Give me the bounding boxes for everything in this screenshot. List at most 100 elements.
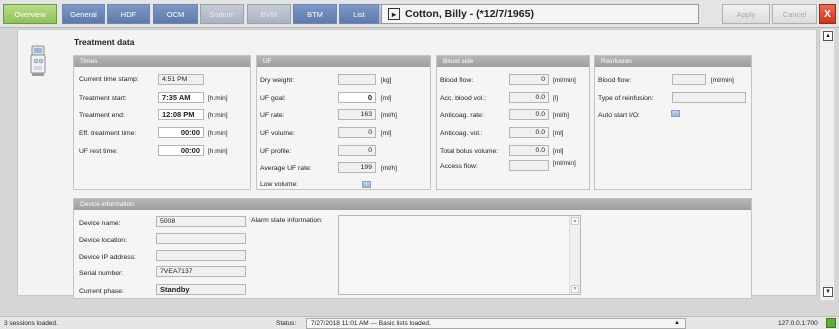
dry-weight-field[interactable]: [338, 74, 376, 85]
avg-uf-rate-field[interactable]: 199: [338, 162, 376, 173]
alarm-state-label: Alarm state information:: [251, 217, 323, 224]
uf-goal-label: UF goal:: [260, 95, 286, 102]
anticoag-vol-label: Anticoag. vol.:: [440, 130, 483, 137]
patient-name: Cotton, Billy - (*12/7/1965): [405, 8, 534, 20]
uf-volume-unit: [ml]: [381, 130, 392, 137]
alarm-scrollbar[interactable]: ▲ ▼: [569, 216, 580, 294]
anticoag-rate-field[interactable]: 0.0: [509, 109, 549, 120]
auto-start-label: Auto start I/O:: [598, 112, 640, 119]
close-button[interactable]: X: [819, 4, 836, 24]
uf-rest-time-field[interactable]: 00:00: [158, 145, 204, 156]
device-location-field[interactable]: [156, 233, 246, 244]
low-volume-checkbox[interactable]: [362, 181, 371, 188]
uf-profile-label: UF profile:: [260, 148, 292, 155]
serial-number-label: Serial number:: [79, 270, 124, 277]
auto-start-checkbox[interactable]: [671, 110, 680, 117]
uf-rate-field[interactable]: 163: [338, 109, 376, 120]
dry-weight-label: Dry weight:: [260, 77, 294, 84]
total-bolus-value: 0.0: [535, 147, 545, 154]
tab-label: Sodium: [209, 9, 235, 19]
anticoag-rate-value: 0.0: [535, 111, 545, 118]
tab-list[interactable]: List: [339, 4, 379, 24]
access-flow-field[interactable]: [509, 160, 549, 171]
dry-weight-unit: [kg]: [381, 77, 392, 84]
acc-blood-vol-unit: [l]: [553, 95, 559, 102]
device-ip-label: Device IP address:: [79, 254, 136, 261]
total-bolus-label: Total bolus volume:: [440, 148, 499, 155]
tab-bvm[interactable]: BVM: [247, 4, 291, 24]
serial-number-value: 7VEA7137: [160, 268, 193, 275]
treatment-start-value: 7:35 AM: [162, 93, 191, 102]
eff-treatment-time-unit: [h:min]: [208, 130, 228, 137]
device-info-panel-header: Device information: [74, 199, 751, 210]
uf-goal-field[interactable]: 0: [338, 92, 376, 103]
tab-overview[interactable]: Overview: [3, 4, 57, 24]
reinfusion-type-label: Type of reinfusion:: [598, 95, 654, 102]
uf-profile-field[interactable]: 0: [338, 145, 376, 156]
device-name-label: Device name:: [79, 220, 121, 227]
blood-flow-value: 0: [541, 76, 545, 83]
low-volume-label: Low volume:: [260, 181, 299, 188]
treatment-start-field[interactable]: 7:35 AM: [158, 92, 204, 103]
status-message-box[interactable]: 7/27/2018 11:01 AM --- Basic lists loade…: [306, 318, 686, 329]
tab-general[interactable]: General: [62, 4, 105, 24]
tab-ocm[interactable]: OCM: [153, 4, 198, 24]
tab-btm[interactable]: BTM: [293, 4, 337, 24]
anticoag-rate-unit: [ml/h]: [553, 112, 569, 119]
uf-rate-label: UF rate:: [260, 112, 285, 119]
tab-label: BTM: [307, 9, 323, 19]
treatment-start-unit: [h:min]: [208, 95, 228, 102]
anticoag-vol-field[interactable]: 0.0: [509, 127, 549, 138]
status-expand-icon[interactable]: ▲: [674, 320, 680, 326]
blood-side-panel-header: Blood side: [437, 56, 589, 67]
uf-goal-value: 0: [367, 93, 372, 102]
tab-label: BVM: [260, 9, 278, 19]
server-address: 127.0.0.1:700: [778, 320, 818, 327]
serial-number-field[interactable]: 7VEA7137: [156, 266, 246, 277]
current-phase-field[interactable]: Standby: [156, 284, 246, 295]
status-bar: 3 sessions loaded. Status: 7/27/2018 11:…: [0, 316, 839, 329]
acc-blood-vol-label: Acc. blood vol.:: [440, 95, 487, 102]
access-flow-label: Access flow:: [440, 163, 478, 170]
device-name-value: 5008: [160, 218, 176, 225]
uf-volume-field[interactable]: 0: [338, 127, 376, 138]
uf-rate-value: 163: [360, 111, 372, 118]
blood-flow-field[interactable]: 0: [509, 74, 549, 85]
page-title: Treatment data: [74, 37, 135, 47]
connection-status-icon: [826, 318, 836, 328]
treatment-end-unit: [h:min]: [208, 112, 228, 119]
alarm-scroll-up-icon[interactable]: ▲: [571, 217, 579, 225]
tab-sodium[interactable]: Sodium: [200, 4, 244, 24]
uf-rate-unit: [ml/h]: [381, 112, 397, 119]
dialysis-machine-icon: [30, 45, 46, 76]
reinfusion-blood-flow-unit: [ml/min]: [711, 77, 734, 84]
tab-hdf[interactable]: HDF: [107, 4, 150, 24]
acc-blood-vol-field[interactable]: 0.0: [509, 92, 549, 103]
scroll-down-icon[interactable]: ▼: [823, 287, 833, 297]
uf-rest-time-value: 00:00: [180, 146, 200, 155]
avg-uf-rate-value: 199: [360, 164, 372, 171]
apply-button[interactable]: Apply: [722, 4, 770, 24]
reinfusion-type-field[interactable]: [672, 92, 746, 103]
anticoag-vol-unit: [ml]: [553, 130, 564, 137]
acc-blood-vol-value: 0.0: [535, 94, 545, 101]
device-name-field[interactable]: 5008: [156, 216, 246, 227]
treatment-end-field[interactable]: 12:08 PM: [158, 109, 204, 120]
uf-rest-time-label: UF rest time:: [79, 148, 118, 155]
reinfusion-blood-flow-label: Blood flow:: [598, 77, 632, 84]
device-ip-field[interactable]: [156, 250, 246, 261]
current-timestamp-value: 4:51 PM: [162, 76, 188, 83]
alarm-scroll-down-icon[interactable]: ▼: [571, 285, 579, 293]
vertical-scrollbar[interactable]: ▲ ▼: [819, 29, 834, 300]
scroll-up-icon[interactable]: ▲: [823, 31, 833, 41]
access-flow-unit: [ml/min]: [553, 160, 576, 167]
alarm-state-textarea[interactable]: ▲ ▼: [338, 215, 581, 295]
uf-goal-unit: [ml]: [381, 95, 392, 102]
eff-treatment-time-field[interactable]: 00:00: [158, 127, 204, 138]
reinfusion-blood-flow-field[interactable]: [672, 74, 706, 85]
cancel-label: Cancel: [782, 9, 807, 19]
total-bolus-field[interactable]: 0.0: [509, 145, 549, 156]
treatment-end-label: Treatment end:: [79, 112, 125, 119]
cancel-button[interactable]: Cancel: [772, 4, 817, 24]
tab-label: HDF: [120, 9, 137, 19]
